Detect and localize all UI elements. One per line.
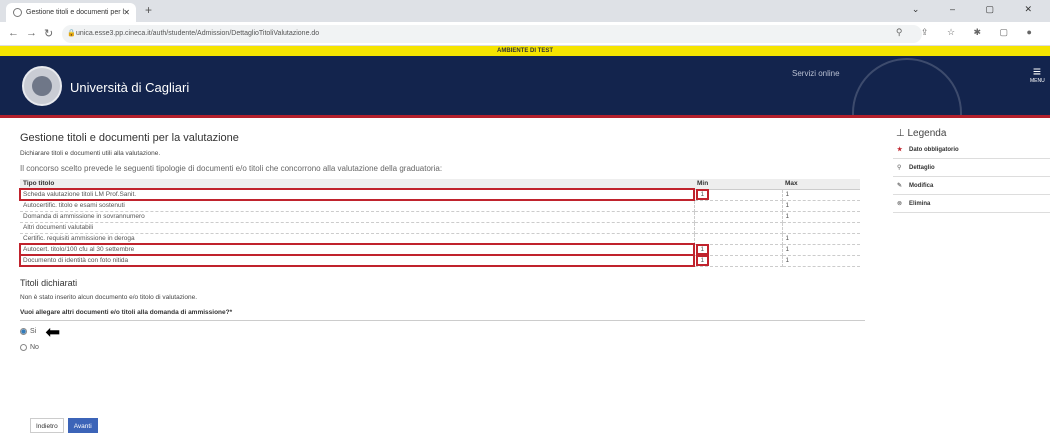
menu-label: MENU xyxy=(1030,78,1045,84)
legend-item: ✎ Modifica xyxy=(893,177,1050,195)
cell-min: 1 xyxy=(694,189,783,201)
browser-tab[interactable]: Gestione titoli e documenti per l ✕ xyxy=(6,3,136,22)
main-content: Gestione titoli e documenti per la valut… xyxy=(19,132,865,353)
legend-item: ★ Dato obbligatorio xyxy=(893,141,1050,159)
cell-tipo: Certific. requisiti ammissione in deroga xyxy=(20,233,695,245)
cell-max: 1 xyxy=(782,200,860,212)
cell-min: 1 xyxy=(694,255,783,267)
radio-si[interactable]: Si ⬅ xyxy=(20,321,860,342)
window-controls[interactable]: ⌄ – ▢ ✕ xyxy=(912,4,1046,15)
cell-tipo: Domanda di ammissione in sovrannumero xyxy=(20,211,695,223)
radio-no-label: No xyxy=(30,344,39,351)
cell-max: 1 xyxy=(782,189,860,201)
declared-titles-text: Non è stato inserito alcun documento e/o… xyxy=(20,293,198,301)
test-environment-banner: AMBIENTE DI TEST xyxy=(0,46,1050,56)
question-box: Vuoi allegare altri documenti e/o titoli… xyxy=(20,309,865,321)
cell-tipo: Documento di identità con foto nitida xyxy=(19,254,695,267)
servizi-online-link[interactable]: Servizi online xyxy=(792,69,840,78)
page-title: Gestione titoli e documenti per la valut… xyxy=(20,132,239,144)
min-value: 1 xyxy=(695,189,710,200)
magnifier-icon: ⚲ xyxy=(897,165,902,171)
forward-arrow-icon[interactable]: → xyxy=(26,27,37,39)
table-row: Documento di identità con foto nitida 1 … xyxy=(19,254,860,267)
reload-icon[interactable]: ↻ xyxy=(44,27,53,40)
legend-title-text: Legenda xyxy=(907,128,947,139)
attach-question: Vuoi allegare altri documenti e/o titoli… xyxy=(20,308,233,316)
star-icon: ★ xyxy=(897,147,903,153)
header-max: Max xyxy=(782,179,860,190)
cell-min: 1 xyxy=(694,244,783,256)
url-text: unica.esse3.pp.cineca.it/auth/studente/A… xyxy=(76,30,320,37)
min-value: 1 xyxy=(695,244,710,255)
university-seal-watermark xyxy=(852,58,962,115)
pin-icon: ⊥ xyxy=(896,128,908,139)
table-row: Altri documenti valutabili xyxy=(20,222,860,234)
cell-tipo: Scheda valutazione titoli LM Prof.Sanit. xyxy=(19,188,695,201)
form-buttons: Indietro Avanti xyxy=(30,418,98,433)
table-header-row: Tipo titolo Min Max xyxy=(20,179,860,190)
browser-toolbar-icons[interactable]: ⚲ ⇪ ☆ ✱ ▢ ● xyxy=(896,27,1040,38)
delete-icon: ⊗ xyxy=(897,201,903,207)
cell-tipo: Autocertific. titolo e esami sostenuti xyxy=(20,200,695,212)
cell-max: 1 xyxy=(782,244,860,256)
legend-label: Dettaglio xyxy=(909,165,935,171)
cell-min xyxy=(694,211,783,223)
back-button[interactable]: Indietro xyxy=(30,418,64,433)
next-button[interactable]: Avanti xyxy=(67,418,98,433)
university-name[interactable]: Università di Cagliari xyxy=(70,80,189,95)
site-favicon-icon xyxy=(13,8,22,17)
intro-text: Dichiarare titoli e documenti utili alla… xyxy=(20,150,161,157)
radio-selected-icon[interactable] xyxy=(20,328,27,335)
legend-panel: ⊥ Legenda ★ Dato obbligatorio ⚲ Dettaglio … xyxy=(893,125,1050,213)
table-row: Domanda di ammissione in sovrannumero 1 xyxy=(20,211,860,223)
site-header: Università di Cagliari Servizi online ≡ … xyxy=(0,56,1050,118)
header-min: Min xyxy=(694,179,782,190)
radio-si-label: Si xyxy=(30,328,37,335)
hamburger-icon: ≡ xyxy=(1032,63,1042,79)
table-row: Scheda valutazione titoli LM Prof.Sanit.… xyxy=(19,188,860,201)
cell-min xyxy=(694,233,783,245)
left-arrow-icon: ⬅ xyxy=(45,321,61,342)
legend-label: Dato obbligatorio xyxy=(909,147,959,153)
university-logo[interactable] xyxy=(22,66,62,106)
table-row: Autocert. titolo/100 cfu al 30 settembre… xyxy=(19,243,860,256)
url-field[interactable]: 🔒 unica.esse3.pp.cineca.it/auth/studente… xyxy=(62,25,922,43)
lock-icon: 🔒 xyxy=(67,30,76,37)
legend-item: ⊗ Elimina xyxy=(893,195,1050,213)
address-bar-row: ← → ↻ 🔒 unica.esse3.pp.cineca.it/auth/st… xyxy=(0,22,1050,46)
radio-unselected-icon[interactable] xyxy=(20,344,27,351)
titles-table: Tipo titolo Min Max Scheda valutazione t… xyxy=(19,179,860,267)
browser-tab-bar: Gestione titoli e documenti per l ✕ + ⌄ … xyxy=(0,0,1050,22)
legend-item: ⚲ Dettaglio xyxy=(893,159,1050,177)
new-tab-icon[interactable]: + xyxy=(145,3,152,17)
tab-title: Gestione titoli e documenti per l xyxy=(26,9,125,16)
legend-title: ⊥ Legenda xyxy=(893,125,1050,141)
table-row: Autocertific. titolo e esami sostenuti 1 xyxy=(20,200,860,212)
cell-max xyxy=(782,222,860,234)
radio-no[interactable]: No xyxy=(20,343,860,353)
close-tab-icon[interactable]: ✕ xyxy=(123,3,130,22)
legend-label: Elimina xyxy=(909,201,931,207)
declared-titles-heading: Titoli dichiarati xyxy=(20,277,78,288)
cell-tipo: Autocert. titolo/100 cfu al 30 settembre xyxy=(19,243,695,256)
cell-max: 1 xyxy=(782,211,860,223)
legend-label: Modifica xyxy=(909,183,934,189)
cell-min xyxy=(694,222,783,234)
edit-icon: ✎ xyxy=(897,183,903,189)
table-row: Certific. requisiti ammissione in deroga… xyxy=(20,233,860,245)
info-text: Il concorso scelto prevede le seguenti t… xyxy=(20,164,443,173)
cell-max: 1 xyxy=(782,233,860,245)
min-value: 1 xyxy=(695,255,710,266)
menu-button[interactable]: ≡ MENU xyxy=(1030,63,1045,84)
cell-tipo: Altri documenti valutabili xyxy=(20,222,695,234)
back-arrow-icon[interactable]: ← xyxy=(8,27,19,39)
header-tipo: Tipo titolo xyxy=(20,179,694,190)
cell-min xyxy=(694,200,783,212)
cell-max: 1 xyxy=(782,255,860,267)
